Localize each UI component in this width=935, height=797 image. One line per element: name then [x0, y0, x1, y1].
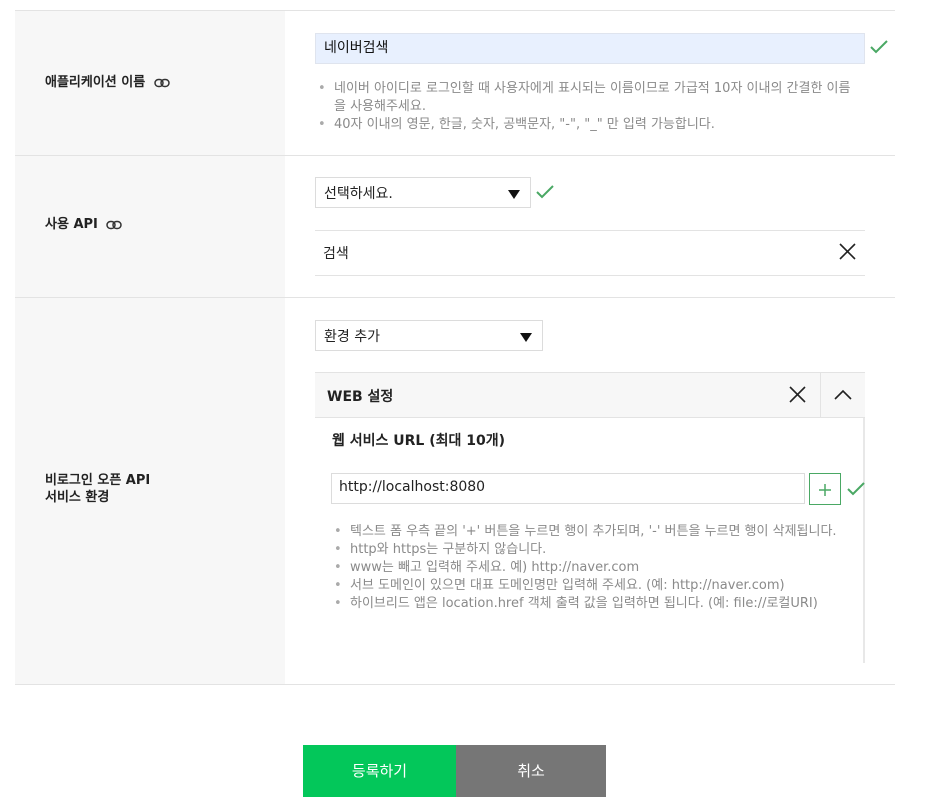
web-url-input[interactable]: http://localhost:8080: [331, 473, 805, 504]
app-name-label: 애플리케이션 이름: [45, 74, 170, 91]
cancel-button[interactable]: 취소: [456, 745, 606, 797]
divider: [820, 373, 821, 418]
web-panel-title: WEB 설정: [327, 389, 394, 405]
help-item: 텍스트 폼 우측 끝의 '+' 버튼을 누르면 행이 추가되며, '-' 버튼을…: [331, 523, 841, 541]
env-select[interactable]: 환경 추가: [315, 320, 543, 351]
plus-icon: [819, 484, 831, 496]
divider: [15, 10, 895, 11]
help-item: 40자 이내의 영문, 한글, 숫자, 공백문자, "-", "_" 만 입력 …: [315, 116, 860, 134]
web-settings-panel: WEB 설정 웹 서비스 URL (최대 10개) http://localho…: [315, 372, 865, 663]
web-url-title: 웹 서비스 URL (최대 10개): [332, 433, 506, 449]
chevron-up-icon[interactable]: [834, 389, 852, 400]
help-item: http와 https는 구분하지 않습니다.: [331, 541, 841, 559]
selected-api-item: 검색: [315, 230, 865, 276]
close-icon[interactable]: [789, 386, 806, 403]
add-url-button[interactable]: [809, 473, 841, 505]
help-item: 서브 도메인이 있으면 대표 도메인명만 입력해 주세요. (예: http:/…: [331, 577, 841, 595]
env-select-value: 환경 추가: [324, 329, 380, 345]
divider: [15, 155, 895, 156]
web-url-help: 텍스트 폼 우측 끝의 '+' 버튼을 누르면 행이 추가되며, '-' 버튼을…: [331, 523, 841, 613]
api-label-text: 사용 API: [45, 217, 98, 232]
env-label: 비로그인 오픈 API 서비스 환경: [45, 472, 150, 506]
env-label-line1: 비로그인 오픈 API: [45, 473, 151, 488]
help-item: www는 빼고 입력해 주세요. 예) http://naver.com: [331, 559, 841, 577]
close-icon[interactable]: [839, 243, 856, 260]
api-select-value: 선택하세요.: [324, 186, 393, 202]
env-label-line2: 서비스 환경: [45, 490, 110, 505]
app-name-input[interactable]: 네이버검색: [315, 33, 865, 64]
help-item: 네이버 아이디로 로그인할 때 사용자에게 표시되는 이름이므로 가급적 10자…: [315, 80, 860, 116]
check-icon: [870, 40, 888, 54]
api-select[interactable]: 선택하세요.: [315, 177, 531, 208]
help-item: 하이브리드 앱은 location.href 객체 출력 값을 입력하면 됩니다…: [331, 595, 841, 613]
dropdown-arrow-icon: [508, 190, 520, 199]
check-icon: [847, 482, 865, 496]
link-icon[interactable]: [106, 220, 123, 230]
divider: [15, 684, 895, 685]
link-icon[interactable]: [154, 78, 170, 88]
label-column-bg: [15, 10, 285, 684]
api-label: 사용 API: [45, 216, 123, 233]
app-name-label-text: 애플리케이션 이름: [45, 75, 146, 90]
web-panel-header: WEB 설정: [315, 372, 865, 418]
app-name-help: 네이버 아이디로 로그인할 때 사용자에게 표시되는 이름이므로 가급적 10자…: [315, 80, 860, 134]
register-button[interactable]: 등록하기: [303, 745, 456, 797]
selected-api-label: 검색: [323, 246, 349, 262]
divider: [15, 297, 895, 298]
dropdown-arrow-icon: [520, 333, 532, 342]
check-icon: [536, 185, 554, 199]
